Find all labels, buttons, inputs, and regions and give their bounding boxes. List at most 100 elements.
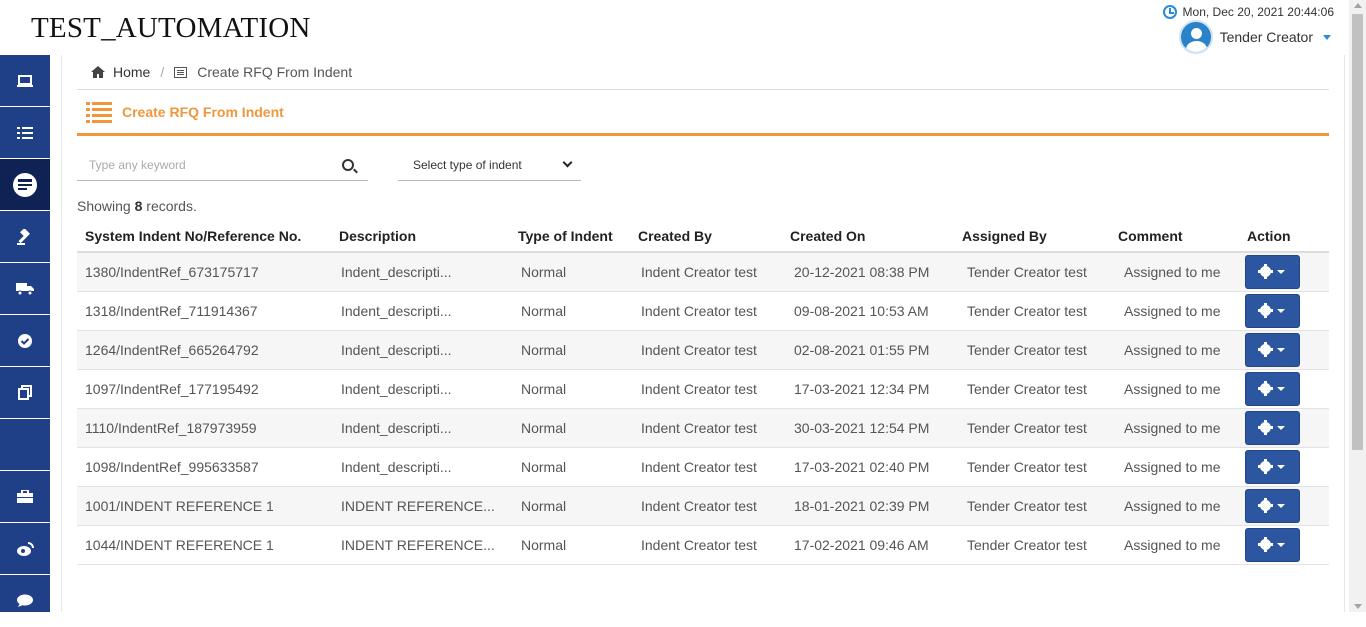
- cell-comment: Assigned to me: [1110, 252, 1239, 292]
- app-title: TEST_AUTOMATION: [31, 12, 311, 44]
- cell-created-on: 09-08-2021 10:53 AM: [782, 291, 954, 331]
- col-header-assigned-by: Assigned By: [954, 220, 1110, 253]
- cell-type: Normal: [510, 525, 630, 565]
- weibo-icon: [16, 541, 34, 556]
- action-dropdown-button[interactable]: [1245, 254, 1300, 289]
- col-header-action: Action: [1239, 220, 1329, 253]
- records-count: Showing 8 records.: [77, 198, 197, 214]
- cell-action: [1239, 369, 1329, 409]
- section-header: Create RFQ From Indent: [77, 91, 1329, 136]
- caret-down-icon: [1323, 34, 1331, 40]
- cell-action: [1239, 408, 1329, 448]
- action-dropdown-button[interactable]: [1245, 449, 1300, 484]
- cell-assigned-by: Tender Creator test: [954, 369, 1110, 409]
- action-dropdown-button[interactable]: [1245, 410, 1300, 445]
- scroll-down-arrow-icon[interactable]: [1354, 604, 1362, 609]
- cell-action: [1239, 447, 1329, 487]
- cell-action: [1239, 291, 1329, 331]
- sidebar-item-approval[interactable]: [0, 315, 50, 367]
- datetime-text: Mon, Dec 20, 2021 20:44:06: [1182, 5, 1334, 19]
- home-icon: [91, 66, 105, 78]
- cell-type: Normal: [510, 330, 630, 370]
- col-header-indent-no: System Indent No/Reference No.: [77, 220, 331, 253]
- scroll-up-arrow-icon[interactable]: [1354, 3, 1362, 8]
- sidebar-item-tender[interactable]: [0, 159, 50, 211]
- records-prefix: Showing: [77, 198, 131, 214]
- records-number: 8: [134, 198, 143, 214]
- caret-down-icon: [1277, 425, 1285, 430]
- cell-created-on: 02-08-2021 01:55 PM: [782, 330, 954, 370]
- cell-action: [1239, 330, 1329, 370]
- cell-indent-no: 1380/IndentRef_673175717: [77, 252, 331, 292]
- cell-created-on: 17-02-2021 09:46 AM: [782, 525, 954, 565]
- check-circle-icon: [18, 333, 32, 348]
- sidebar: [0, 55, 50, 627]
- cell-created-on: 17-03-2021 02:40 PM: [782, 447, 954, 487]
- cell-indent-no: 1318/IndentRef_711914367: [77, 291, 331, 331]
- sidebar-item-delivery[interactable]: [0, 263, 50, 315]
- sidebar-item-social[interactable]: [0, 523, 50, 575]
- cell-comment: Assigned to me: [1110, 525, 1239, 565]
- col-header-description: Description: [331, 220, 510, 253]
- cell-comment: Assigned to me: [1110, 486, 1239, 526]
- cell-comment: Assigned to me: [1110, 408, 1239, 448]
- page-scrollbar[interactable]: [1349, 0, 1366, 612]
- sidebar-item-briefcase[interactable]: [0, 471, 50, 523]
- cell-type: Normal: [510, 252, 630, 292]
- breadcrumb-current: Create RFQ From Indent: [197, 64, 353, 80]
- cell-created-on: 17-03-2021 12:34 PM: [782, 369, 954, 409]
- gear-icon: [1258, 264, 1273, 280]
- cell-action: [1239, 486, 1329, 526]
- cell-description: Indent_descripti...: [331, 408, 510, 448]
- table-row: 1001/INDENT REFERENCE 1 INDENT REFERENCE.…: [77, 486, 1329, 526]
- table-row: 1097/IndentRef_177195492 Indent_descripti…: [77, 369, 1329, 409]
- action-dropdown-button[interactable]: [1245, 293, 1300, 328]
- top-header: TEST_AUTOMATION Mon, Dec 20, 2021 20:44:…: [0, 0, 1366, 55]
- action-dropdown-button[interactable]: [1245, 371, 1300, 406]
- gear-icon: [1258, 498, 1273, 513]
- list-alt-icon: [174, 66, 188, 78]
- gear-icon: [1258, 381, 1273, 396]
- col-header-comment: Comment: [1110, 220, 1239, 253]
- sidebar-item-dashboard[interactable]: [0, 55, 50, 107]
- indent-type-select[interactable]: Select type of indent: [398, 149, 581, 181]
- cell-created-on: 20-12-2021 08:38 PM: [782, 252, 954, 292]
- indent-type-select-value: Select type of indent: [413, 157, 522, 172]
- records-suffix: records.: [146, 198, 197, 214]
- sidebar-item-chat[interactable]: [0, 575, 50, 627]
- caret-down-icon: [1277, 464, 1285, 469]
- caret-down-icon: [1277, 386, 1285, 391]
- cell-indent-no: 1044/INDENT REFERENCE 1: [77, 525, 331, 565]
- search-icon[interactable]: [342, 158, 354, 171]
- cell-action: [1239, 525, 1329, 565]
- cell-assigned-by: Tender Creator test: [954, 486, 1110, 526]
- cell-created-by: Indent Creator test: [630, 486, 782, 526]
- sidebar-spacer: [0, 419, 50, 471]
- gear-icon: [1258, 303, 1273, 318]
- copy-icon: [18, 385, 32, 400]
- breadcrumb-home[interactable]: Home: [113, 64, 150, 80]
- action-dropdown-button[interactable]: [1245, 332, 1300, 367]
- user-menu[interactable]: Tender Creator: [1178, 20, 1331, 54]
- sidebar-item-list[interactable]: [0, 107, 50, 159]
- datetime-display: Mon, Dec 20, 2021 20:44:06: [1162, 5, 1334, 19]
- cell-assigned-by: Tender Creator test: [954, 330, 1110, 370]
- col-header-created-by: Created By: [630, 220, 782, 253]
- sidebar-item-copy[interactable]: [0, 367, 50, 419]
- truck-icon: [16, 283, 34, 295]
- cell-type: Normal: [510, 369, 630, 409]
- cell-description: INDENT REFERENCE...: [331, 486, 510, 526]
- avatar: [1178, 20, 1213, 54]
- section-title: Create RFQ From Indent: [122, 104, 284, 120]
- cell-created-by: Indent Creator test: [630, 291, 782, 331]
- cell-created-by: Indent Creator test: [630, 369, 782, 409]
- clock-icon: [1162, 5, 1177, 19]
- action-dropdown-button[interactable]: [1245, 527, 1300, 562]
- cell-assigned-by: Tender Creator test: [954, 447, 1110, 487]
- search-input[interactable]: [77, 157, 332, 172]
- scroll-thumb[interactable]: [1352, 14, 1363, 450]
- caret-down-icon: [1277, 542, 1285, 547]
- cell-created-on: 30-03-2021 12:54 PM: [782, 408, 954, 448]
- action-dropdown-button[interactable]: [1245, 488, 1300, 523]
- sidebar-item-auction[interactable]: [0, 211, 50, 263]
